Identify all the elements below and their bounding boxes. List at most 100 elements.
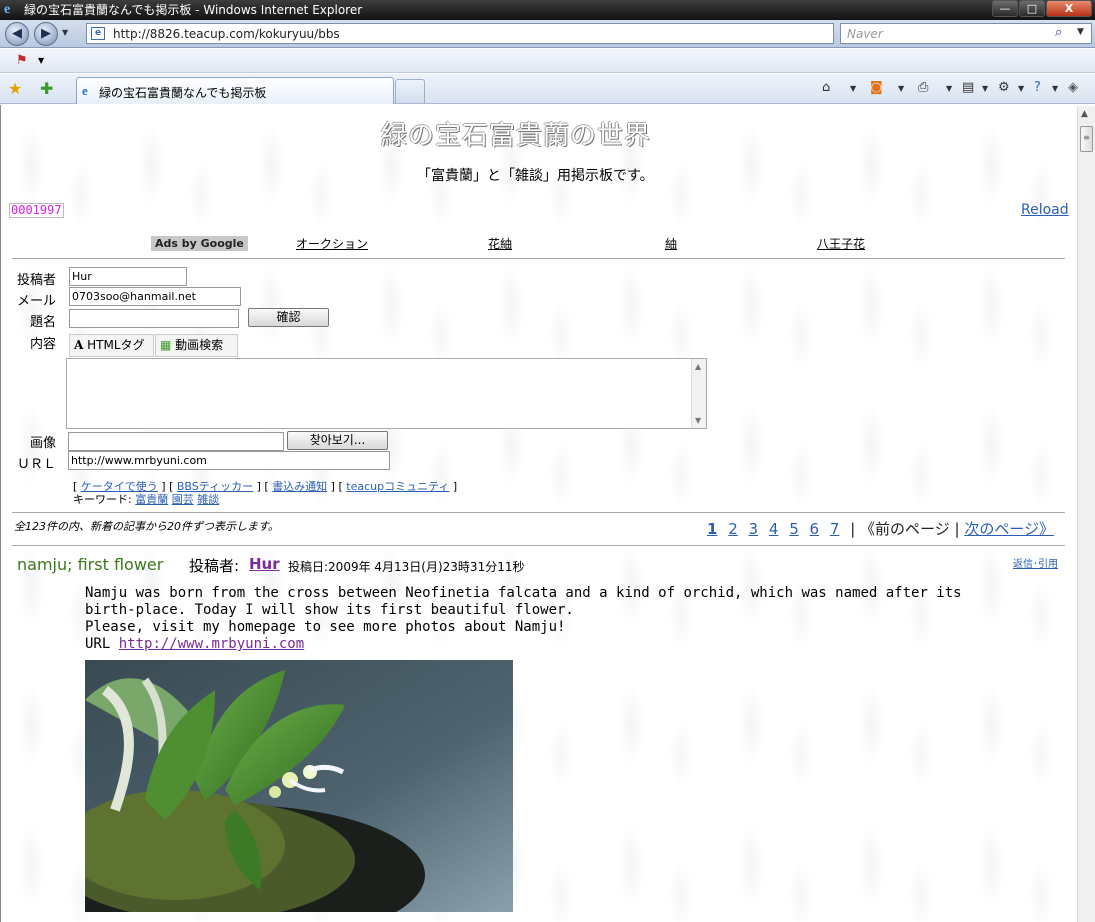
listing-summary: 全123件の内、新着の記事から20件ずつ表示します。 — [14, 520, 279, 533]
video-search-icon: ▦ — [160, 338, 172, 352]
page-scrollbar[interactable]: ▲ ≡ — [1077, 106, 1095, 922]
subject-label: 題名 — [30, 315, 57, 330]
search-icon[interactable]: ⌕ — [1055, 25, 1062, 40]
page-menu-icon[interactable]: ▤ — [962, 80, 974, 95]
page-6-link[interactable]: 6 — [810, 520, 820, 538]
page-viewport: 緑の宝石富貴蘭の世界 「富貴蘭」と「雑談」用掲示板です。 0001997 Rel… — [0, 105, 1095, 922]
search-placeholder[interactable]: Naver — [847, 27, 883, 41]
home-dropdown-icon[interactable]: ▼ — [850, 84, 856, 93]
new-tab-button[interactable] — [395, 79, 425, 103]
page-7-link[interactable]: 7 — [830, 520, 840, 538]
ad-link-tsumugi[interactable]: 紬 — [665, 235, 677, 252]
tools-dropdown-icon[interactable]: ▼ — [1018, 84, 1024, 93]
subject-field[interactable] — [69, 309, 239, 328]
print-dropdown-icon[interactable]: ▼ — [946, 84, 952, 93]
tools-gear-icon[interactable]: ⚙ — [998, 80, 1010, 95]
search-box[interactable]: Naver ⌕ ▼ — [840, 23, 1092, 44]
content-textarea[interactable]: ▲ ▼ — [66, 358, 707, 429]
url-label: ＵＲＬ — [17, 457, 57, 472]
browse-button[interactable]: 찾아보기... — [287, 431, 388, 450]
tab-label[interactable]: 緑の宝石富貴蘭なんでも掲示板 — [99, 84, 266, 101]
scroll-down-icon[interactable]: ▼ — [695, 416, 701, 425]
name-label: 投稿者 — [17, 273, 57, 288]
post-url-link[interactable]: http://www.mrbyuni.com — [119, 636, 304, 652]
ad-link-hachioji[interactable]: 八王子花 — [817, 235, 865, 252]
page-3-link[interactable]: 3 — [749, 520, 759, 538]
prev-page-label: 《前のページ — [860, 520, 950, 538]
page-5-link[interactable]: 5 — [789, 520, 799, 538]
tab-current[interactable]: e 緑の宝石富貴蘭なんでも掲示板 — [76, 77, 394, 104]
post-title: namju; first flower — [17, 555, 164, 574]
search-dropdown-icon[interactable]: ▼ — [1077, 27, 1084, 37]
minimize-button[interactable]: — — [992, 0, 1018, 17]
favorites-star-icon[interactable]: ★ — [8, 79, 22, 98]
reply-quote-link[interactable]: 返信･引用 — [1013, 555, 1058, 570]
feeds-icon[interactable]: ◙ — [870, 80, 883, 95]
ad-link-hanatsumugi[interactable]: 花紬 — [488, 235, 512, 252]
address-text[interactable]: http://8826.teacup.com/kokuryuu/bbs — [113, 27, 340, 41]
video-search-button[interactable]: ▦ 動画検索 — [155, 334, 238, 357]
site-subtitle: 「富貴蘭」と「雑談」用掲示板です。 — [417, 168, 654, 184]
navigation-bar: ◀ ▶ ▼ e http://8826.teacup.com/kokuryuu/… — [0, 20, 1095, 48]
url-field[interactable]: http://www.mrbyuni.com — [68, 451, 390, 470]
keyword-gardening[interactable]: 園芸 — [172, 493, 194, 506]
email-field[interactable]: 0703soo@hanmail.net — [69, 287, 241, 306]
orchid-photo — [85, 660, 513, 912]
html-tag-icon: A — [74, 338, 84, 352]
close-button[interactable]: X — [1046, 0, 1092, 17]
post-notify-link[interactable]: 書込み通知 — [272, 480, 327, 493]
post-author-link[interactable]: Hur — [249, 555, 280, 573]
divider — [12, 512, 1065, 513]
keyword-label: キーワード: — [73, 493, 132, 506]
print-icon[interactable]: ⎙ — [918, 80, 928, 95]
site-title: 緑の宝石富貴蘭の世界 — [381, 121, 652, 151]
page-dropdown-icon[interactable]: ▼ — [982, 84, 988, 93]
post-line: Namju was born from the cross between Ne… — [85, 585, 962, 601]
confirm-button[interactable]: 確認 — [248, 308, 329, 327]
orchid-photo-image — [85, 660, 513, 912]
reload-link[interactable]: Reload — [1021, 202, 1069, 218]
html-tag-label: HTMLタグ — [87, 338, 145, 352]
forward-button[interactable]: ▶ — [34, 22, 58, 46]
divider — [12, 545, 1065, 546]
html-tag-button[interactable]: A HTMLタグ — [69, 334, 154, 357]
scroll-up-icon[interactable]: ▲ — [695, 362, 701, 371]
page-2-link[interactable]: 2 — [728, 520, 738, 538]
command-bar: ⚑ ▼ — [0, 49, 1095, 73]
post-author-label: 投稿者: — [189, 557, 240, 575]
home-icon[interactable]: ⌂ — [822, 80, 830, 95]
textarea-scrollbar[interactable]: ▲ ▼ — [691, 359, 706, 428]
ads-by-google-label[interactable]: Ads by Google — [151, 236, 248, 251]
image-file-field[interactable] — [68, 432, 284, 451]
translate-icon[interactable]: ⚑ — [16, 53, 32, 69]
image-label: 画像 — [30, 436, 57, 451]
translate-dropdown-icon[interactable]: ▼ — [38, 56, 44, 65]
keywords-line: キーワード: 富貴蘭 園芸 雑談 — [73, 491, 219, 507]
ad-link-auction[interactable]: オークション — [296, 235, 368, 252]
next-page-link[interactable]: 次のページ》 — [964, 520, 1054, 538]
page-icon: e — [91, 27, 105, 40]
keyword-chat[interactable]: 雑談 — [197, 493, 219, 506]
address-bar[interactable]: e http://8826.teacup.com/kokuryuu/bbs ▼ … — [86, 23, 906, 44]
teacup-community-link[interactable]: teacupコミュニティ — [346, 480, 449, 493]
name-field[interactable]: Hur — [69, 267, 187, 286]
add-favorite-icon[interactable]: ✚ — [40, 79, 53, 98]
feeds-dropdown-icon[interactable]: ▼ — [898, 84, 904, 93]
scrollbar-thumb[interactable]: ≡ — [1080, 126, 1093, 152]
help-dropdown-icon[interactable]: ▼ — [1052, 84, 1058, 93]
tab-page-icon: e — [82, 83, 88, 98]
visitor-counter: 0001997 — [9, 203, 64, 218]
page-4-link[interactable]: 4 — [769, 520, 779, 538]
help-icon[interactable]: ? — [1034, 80, 1041, 95]
research-icon[interactable]: ◈ — [1068, 80, 1078, 95]
pagination: 1 2 3 4 5 6 7 | 《前のページ | 次のページ》 — [707, 518, 1054, 539]
back-button[interactable]: ◀ — [5, 22, 29, 46]
favorites-bar: ★ ✚ e 緑の宝石富貴蘭なんでも掲示板 ⌂ ▼ ◙ ▼ ⎙ ▼ ▤ ▼ ⚙ ▼… — [0, 74, 1095, 104]
prev-page: | 《前のページ | — [850, 520, 965, 538]
maximize-button[interactable]: □ — [1019, 0, 1045, 17]
keyword-fukiran[interactable]: 富貴蘭 — [135, 493, 168, 506]
post-line: birth-place. Today I will show its first… — [85, 602, 574, 618]
page-1-link[interactable]: 1 — [707, 520, 717, 538]
recent-pages-dropdown-icon[interactable]: ▼ — [62, 28, 68, 37]
scroll-up-icon[interactable]: ▲ — [1081, 109, 1088, 119]
